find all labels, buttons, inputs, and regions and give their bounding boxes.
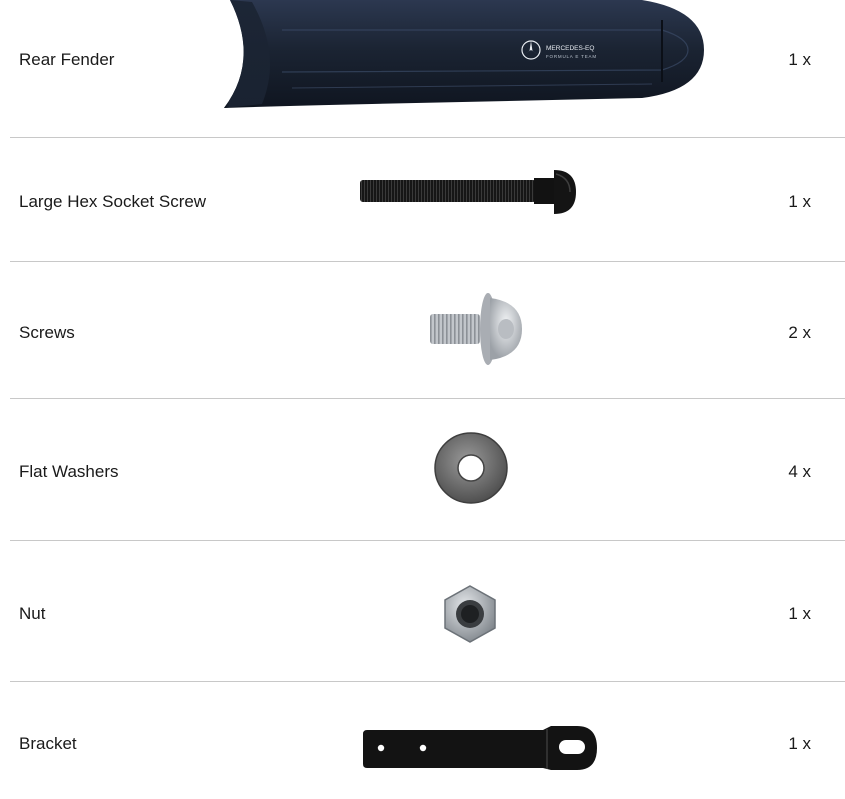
part-row-nut: Nut 1 x (0, 541, 845, 681)
bracket-image (363, 726, 597, 770)
part-name: Flat Washers (19, 462, 119, 481)
hex-nut-image (444, 585, 496, 643)
flange-screw-image (430, 293, 522, 365)
part-row-bracket: Bracket 1 x (0, 682, 845, 799)
hex-socket-screw-image (360, 170, 576, 214)
fender-logo-brand: MERCEDES-EQ (546, 45, 594, 52)
part-row-rear-fender: Rear Fender MERCEDES-EQ FORMULA E TEAM 1… (0, 0, 845, 137)
part-name: Screws (19, 323, 75, 342)
part-name: Bracket (19, 734, 77, 753)
part-qty: 1 x (788, 604, 811, 623)
part-name: Large Hex Socket Screw (19, 192, 207, 211)
part-qty: 4 x (788, 462, 811, 481)
flat-washer-image (434, 432, 508, 504)
parts-list: Rear Fender MERCEDES-EQ FORMULA E TEAM 1… (0, 0, 845, 799)
part-row-flat-washers: Flat Washers 4 x (0, 399, 845, 540)
part-qty: 1 x (788, 734, 811, 753)
part-qty: 1 x (788, 192, 811, 211)
part-row-screws: Screws 2 x (0, 262, 845, 398)
fender-logo-sub: FORMULA E TEAM (546, 54, 597, 59)
part-name: Nut (19, 604, 46, 623)
part-row-hex-socket-screw: Large Hex Socket Screw 1 x (0, 138, 845, 261)
rear-fender-image: MERCEDES-EQ FORMULA E TEAM (224, 0, 704, 108)
part-qty: 2 x (788, 323, 811, 342)
part-qty: 1 x (788, 50, 811, 69)
part-name: Rear Fender (19, 50, 115, 69)
